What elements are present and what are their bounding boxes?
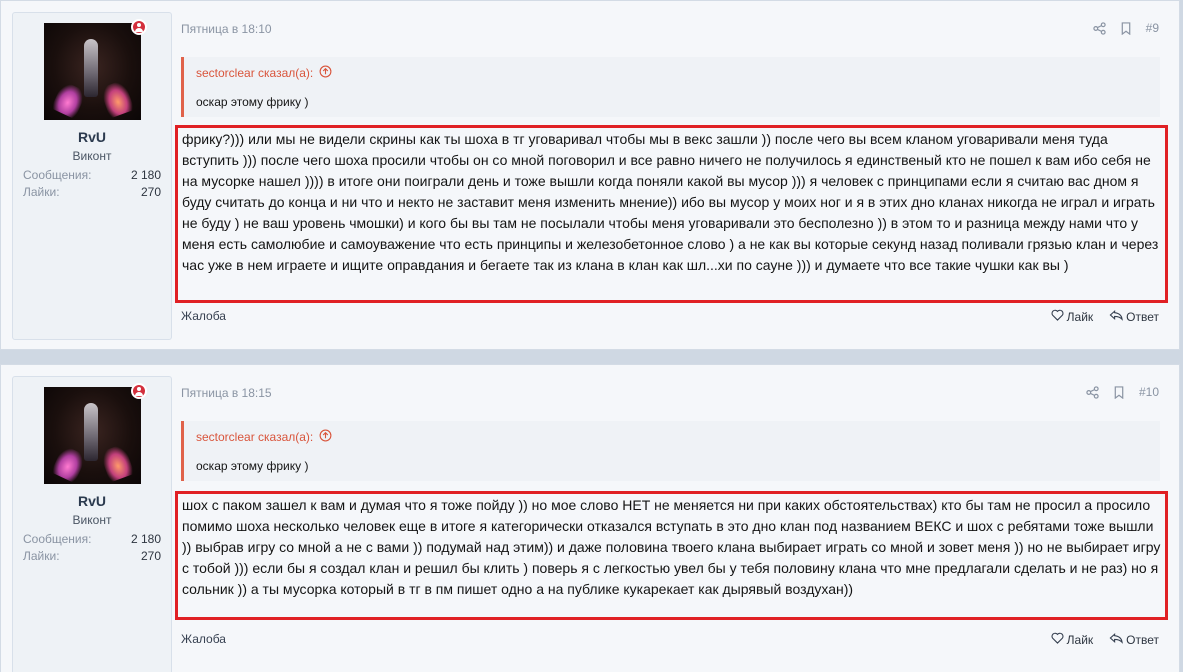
user-cell: RvU Виконт Сообщения: 2 180 Лайки: 270 (12, 376, 172, 672)
heart-icon (1051, 632, 1064, 647)
messages-stat: Сообщения: 2 180 (23, 168, 161, 182)
user-status-icon (131, 383, 147, 399)
user-title: Виконт (72, 513, 112, 527)
messages-label: Сообщения: (23, 168, 92, 182)
message-body: фрику?))) или мы не видели скрины как ты… (175, 125, 1168, 303)
quote-head[interactable]: sectorclear сказал(а): (196, 429, 332, 445)
quote-author[interactable]: sectorclear сказал(а): (196, 66, 313, 80)
messages-value: 2 180 (130, 532, 161, 546)
message-body: шох с паком зашел к вам и думая что я то… (175, 491, 1168, 620)
avatar[interactable] (44, 387, 141, 484)
messages-label: Сообщения: (23, 532, 92, 546)
like-button[interactable]: Лайк (1051, 309, 1094, 324)
post-time[interactable]: Пятница в 18:15 (181, 386, 272, 400)
post-actions: #9 (1092, 21, 1159, 35)
post-time[interactable]: Пятница в 18:10 (181, 22, 272, 36)
like-button[interactable]: Лайк (1051, 632, 1094, 647)
report-link[interactable]: Жалоба (181, 632, 226, 646)
user-status-icon (131, 19, 147, 35)
bookmark-icon[interactable] (1113, 385, 1125, 399)
username[interactable]: RvU (13, 493, 171, 509)
report-link[interactable]: Жалоба (181, 309, 226, 323)
quote-text: оскар этому фрику ) (196, 95, 309, 109)
like-label: Лайк (1066, 309, 1094, 324)
reply-button[interactable]: Ответ (1109, 632, 1159, 647)
post-9: RvU Виконт Сообщения: 2 180 Лайки: 270 П… (0, 0, 1180, 350)
arrow-up-circle-icon[interactable] (319, 429, 332, 445)
username[interactable]: RvU (13, 129, 171, 145)
quote-text: оскар этому фрику ) (196, 459, 309, 473)
post-10: RvU Виконт Сообщения: 2 180 Лайки: 270 П… (0, 364, 1180, 672)
share-icon[interactable] (1092, 21, 1106, 35)
user-title: Виконт (72, 149, 112, 163)
user-cell: RvU Виконт Сообщения: 2 180 Лайки: 270 (12, 12, 172, 340)
share-icon[interactable] (1086, 385, 1099, 399)
likes-stat: Лайки: 270 (23, 549, 161, 563)
likes-value: 270 (140, 185, 161, 199)
quote-author[interactable]: sectorclear сказал(а): (196, 430, 313, 444)
likes-label: Лайки: (23, 185, 60, 199)
likes-stat: Лайки: 270 (23, 185, 161, 199)
post-number[interactable]: #10 (1139, 385, 1159, 399)
likes-value: 270 (140, 549, 161, 563)
avatar[interactable] (44, 23, 141, 120)
quote-head[interactable]: sectorclear сказал(а): (196, 65, 332, 81)
bookmark-icon[interactable] (1120, 21, 1132, 35)
quote-block: sectorclear сказал(а): оскар этому фрику… (181, 421, 1160, 481)
heart-icon (1051, 309, 1064, 324)
quote-block: sectorclear сказал(а): оскар этому фрику… (181, 57, 1160, 117)
messages-value: 2 180 (130, 168, 161, 182)
messages-stat: Сообщения: 2 180 (23, 532, 161, 546)
likes-label: Лайки: (23, 549, 60, 563)
reply-button[interactable]: Ответ (1109, 309, 1159, 324)
post-number[interactable]: #9 (1146, 21, 1159, 35)
reply-label: Ответ (1126, 309, 1159, 324)
reply-label: Ответ (1126, 632, 1159, 647)
like-label: Лайк (1066, 632, 1094, 647)
arrow-up-circle-icon[interactable] (319, 65, 332, 81)
post-actions: #10 (1086, 385, 1159, 399)
reply-icon (1109, 632, 1124, 647)
reply-icon (1109, 309, 1124, 324)
